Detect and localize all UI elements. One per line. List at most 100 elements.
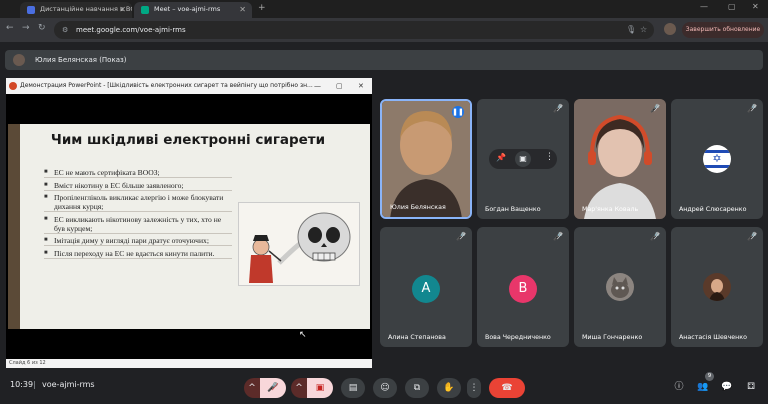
pin-icon[interactable]: 📌 <box>496 153 506 162</box>
mic-off-icon: 🎤̸ <box>650 104 660 113</box>
participant-tile-bogdan[interactable]: 🎤̸ 📌 ▣ ⋮ Богдан Ващенко <box>477 99 569 219</box>
avatar: В <box>509 275 537 303</box>
participant-tile-misha[interactable]: 🎤̸ Миша Гончаренко <box>574 227 666 347</box>
presentation-titlebar: Демонстрация PowerPoint - [Шкідливість е… <box>6 78 372 94</box>
hang-up-icon: ☎ <box>501 383 513 393</box>
meet-favicon-icon <box>141 6 149 14</box>
more-options-icon[interactable]: ⋮ <box>545 152 554 162</box>
reactions-button[interactable]: ☺ <box>373 378 397 398</box>
slide-bullet: ЕС викликають нікотинову залежність у ти… <box>44 215 232 234</box>
raise-hand-button[interactable]: ✋ <box>437 378 461 398</box>
participant-tile-vova[interactable]: 🎤̸ В Вова Чередниченко <box>477 227 569 347</box>
camera-off-icon: ▣ <box>315 383 325 393</box>
back-icon[interactable]: ← <box>6 23 14 33</box>
leave-call-button[interactable]: ☎ <box>489 378 525 398</box>
meeting-code: voe-ajmi-rms <box>42 380 95 389</box>
close-tab-icon[interactable]: ✕ <box>239 2 246 17</box>
present-button[interactable]: ⧉ <box>405 378 429 398</box>
participant-name: Богдан Ващенко <box>485 206 541 213</box>
tab-meet[interactable]: Meet – voe-ajmi-rms ✕ <box>134 2 252 18</box>
participant-name: Миша Гончаренко <box>582 334 643 341</box>
presentation-window: Демонстрация PowerPoint - [Шкідливість е… <box>6 78 372 368</box>
slide-bullet: Після переходу на ЕС не вдається кинути … <box>44 249 232 259</box>
slide-bullet: ЕС не мають сертифіката ВООЗ; <box>44 168 232 178</box>
participant-tile-anastasia[interactable]: 🎤̸ Анастасія Шевченко <box>671 227 763 347</box>
slide-bullet: Імітація диму у вигляді пари дратує оточ… <box>44 236 232 246</box>
close-window-icon[interactable]: ✕ <box>752 2 759 11</box>
maximize-icon[interactable]: ▢ <box>336 78 343 94</box>
speaking-indicator-icon: ❚❚ <box>452 106 464 118</box>
participant-name: Алина Степанова <box>388 334 446 341</box>
activities-icon[interactable]: ⚃ <box>744 380 758 394</box>
address-bar[interactable]: ⚙ meet.google.com/voe-ajmi-rms 🎙 ☆ <box>54 21 654 39</box>
update-button[interactable]: Завершить обновление <box>682 22 764 38</box>
more-options-icon: ⋮ <box>469 383 479 393</box>
bookmark-star-icon[interactable]: ☆ <box>640 21 647 39</box>
people-count-badge: 9 <box>705 372 714 381</box>
mic-off-icon: 🎤̸ <box>553 232 563 241</box>
presenter-bar: Юлия Белянская (Показ) <box>5 50 763 70</box>
participant-name: Андрей Слюсаренко <box>679 206 747 213</box>
cat-avatar <box>606 273 634 301</box>
slide-title: Чим шкідливі електронні сигарети <box>50 132 326 148</box>
maximize-icon[interactable]: ▢ <box>728 2 736 11</box>
participant-tile-julia[interactable]: ❚❚ Юлия Белянская <box>380 99 472 219</box>
mic-off-icon: 🎤̸ <box>267 383 279 393</box>
frame-icon[interactable]: ▣ <box>515 151 531 167</box>
present-screen-icon: ⧉ <box>413 383 421 393</box>
participant-video <box>574 99 666 219</box>
meeting-time: 10:39 <box>10 380 34 389</box>
mic-off-icon: 🎤̸ <box>747 104 757 113</box>
slide-area: Чим шкідливі електронні сигарети ЕС не м… <box>6 94 372 359</box>
tab-title: Дистанційне навчання в ВСП <box>40 5 132 13</box>
tab-strip: Дистанційне навчання в ВСП ✕ Meet – voe-… <box>0 0 768 18</box>
photo-avatar <box>703 273 731 301</box>
url-text: meet.google.com/voe-ajmi-rms <box>76 26 186 34</box>
presentation-statusbar: Слайд 6 из 12 <box>6 359 372 368</box>
presentation-window-title: Демонстрация PowerPoint - [Шкідливість е… <box>20 82 313 89</box>
profile-avatar[interactable] <box>664 23 676 35</box>
mic-off-icon: 🎤̸ <box>456 232 466 241</box>
people-icon[interactable]: 👥 <box>696 380 710 394</box>
microphone-icon[interactable]: 🎙 <box>626 21 636 39</box>
more-options-button[interactable]: ⋮ <box>467 378 481 398</box>
participant-tile-alina[interactable]: 🎤̸ А Алина Степанова <box>380 227 472 347</box>
slide-counter: Слайд 6 из 12 <box>9 360 46 366</box>
plus-icon[interactable]: + <box>258 3 266 13</box>
chat-icon[interactable]: 💬 <box>720 380 734 394</box>
minimize-icon[interactable]: — <box>314 78 321 94</box>
close-icon[interactable]: ✕ <box>358 78 364 94</box>
powerpoint-icon <box>9 82 17 90</box>
mic-options-button[interactable]: ^ <box>244 378 260 398</box>
camera-toggle-button[interactable]: ▣ <box>307 378 333 398</box>
site-info-icon[interactable]: ⚙ <box>62 21 68 39</box>
mic-off-icon: 🎤̸ <box>747 232 757 241</box>
skull-smoke-illustration <box>238 202 360 286</box>
forward-icon[interactable]: → <box>22 23 30 33</box>
meeting-controls-bar: 10:39 | voe-ajmi-rms ^ 🎤̸ ^ ▣ ▤ ☺ ⧉ ✋ ⋮ … <box>0 372 768 404</box>
participant-tile-maryanka[interactable]: 🎤̸ Мар'янка Коваль <box>574 99 666 219</box>
minimize-icon[interactable]: — <box>700 2 708 11</box>
avatar <box>13 54 25 66</box>
tile-hover-controls: 📌 ▣ ⋮ <box>489 149 557 169</box>
captions-button[interactable]: ▤ <box>341 378 365 398</box>
captions-icon: ▤ <box>348 383 358 393</box>
reload-icon[interactable]: ↻ <box>38 23 46 33</box>
israel-flag-avatar: ✡ <box>703 145 731 173</box>
microphone-toggle-button[interactable]: 🎤̸ <box>260 378 286 398</box>
camera-options-button[interactable]: ^ <box>291 378 307 398</box>
participant-name: Анастасія Шевченко <box>679 334 747 341</box>
tab-title: Meet – voe-ajmi-rms <box>154 5 221 13</box>
close-tab-icon[interactable]: ✕ <box>119 2 126 17</box>
meeting-info-icon[interactable]: ⓘ <box>672 380 686 394</box>
participant-tile-andrey[interactable]: 🎤̸ ✡ Андрей Слюсаренко <box>671 99 763 219</box>
participant-name: Мар'янка Коваль <box>582 206 639 213</box>
mic-off-icon: 🎤̸ <box>553 104 563 113</box>
participant-name: Вова Чередниченко <box>485 334 551 341</box>
tab-distance-learning[interactable]: Дистанційне навчання в ВСП ✕ <box>20 2 132 18</box>
participant-name: Юлия Белянская <box>390 204 446 211</box>
separator: | <box>33 380 36 389</box>
slide-bullet-list: ЕС не мають сертифіката ВООЗ; Вміст ніко… <box>44 168 232 261</box>
browser-toolbar: ← → ↻ ⚙ meet.google.com/voe-ajmi-rms 🎙 ☆… <box>0 18 768 42</box>
slide-bullet: Пропіленгліколь викликає алергію і може … <box>44 193 232 212</box>
